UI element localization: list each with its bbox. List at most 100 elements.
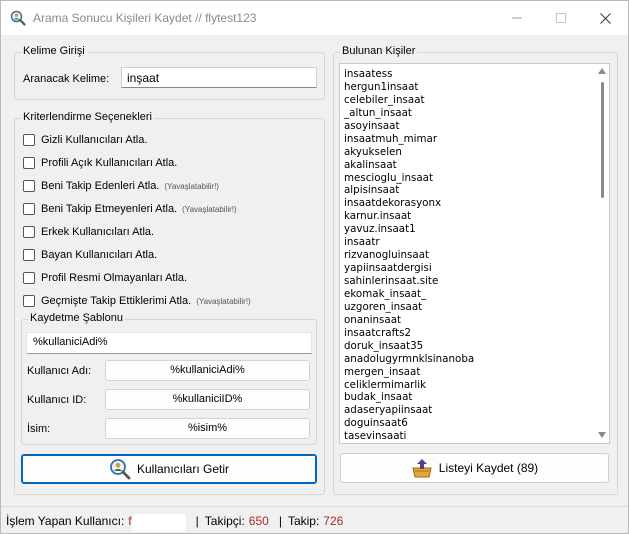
window-title: Arama Sonucu Kişileri Kaydet // flytest1…: [33, 11, 257, 25]
option-skip-male[interactable]: Erkek Kullanıcıları Atla.: [23, 224, 159, 240]
criteria-group: Kriterlendirme Seçenekleri Gizli Kullanı…: [14, 111, 325, 495]
checkbox[interactable]: [23, 203, 35, 215]
list-item[interactable]: ekomak_insaat_: [344, 288, 594, 301]
list-item[interactable]: budak_insaat: [344, 391, 594, 404]
option-skip-private[interactable]: Gizli Kullanıcıları Atla.: [23, 132, 152, 148]
save-box-icon: [412, 459, 432, 478]
search-input[interactable]: [121, 67, 317, 88]
app-window: Arama Sonucu Kişileri Kaydet // flytest1…: [0, 0, 629, 534]
option-skip-female[interactable]: Bayan Kullanıcıları Atla.: [23, 247, 162, 263]
field-label-name: İsim:: [27, 423, 51, 435]
option-label: Beni Takip Edenleri Atla.: [41, 180, 160, 192]
checkbox[interactable]: [23, 272, 35, 284]
list-item[interactable]: hergun1insaat: [344, 81, 594, 94]
list-item[interactable]: doruk_insaat35: [344, 340, 594, 353]
field-button-userid[interactable]: %kullaniciID%: [105, 389, 310, 410]
list-item[interactable]: rizvanogluinsaat: [344, 249, 594, 262]
found-users-items: insaatess hergun1insaat celebiler_insaat _a…: [344, 68, 594, 443]
list-item[interactable]: sahinlerinsaat.site: [344, 275, 594, 288]
option-label: Bayan Kullanıcıları Atla.: [41, 249, 158, 261]
scroll-down-icon[interactable]: [598, 432, 606, 438]
list-item[interactable]: anadolugyrmnklsinanoba: [344, 353, 594, 366]
list-item[interactable]: uzgoren_insaat: [344, 301, 594, 314]
checkbox[interactable]: [23, 295, 35, 307]
list-item[interactable]: celebiler_insaat: [344, 94, 594, 107]
field-label-username: Kullanıcı Adı:: [27, 365, 92, 377]
redacted-username: [131, 514, 186, 532]
maximize-icon: [556, 13, 566, 23]
criteria-group-title: Kriterlendirme Seçenekleri: [21, 111, 154, 123]
list-item[interactable]: yavuz.insaat1: [344, 223, 594, 236]
maximize-button[interactable]: [539, 1, 583, 35]
option-label: Beni Takip Etmeyenleri Atla.: [41, 203, 178, 215]
option-skip-public[interactable]: Profili Açık Kullanıcıları Atla.: [23, 155, 182, 171]
list-item[interactable]: yapiinsaatdergisi: [344, 262, 594, 275]
list-item[interactable]: insaatcrafts2: [344, 327, 594, 340]
list-item[interactable]: doguinsaat6: [344, 417, 594, 430]
search-group-title: Kelime Girişi: [21, 45, 87, 57]
status-bar: İşlem Yapan Kullanıcı: f | Takipçi: 650 …: [1, 506, 628, 533]
status-text: İşlem Yapan Kullanıcı: f | Takipçi: 650 …: [6, 514, 347, 532]
list-item[interactable]: alpisinsaat: [344, 184, 594, 197]
template-input[interactable]: %kullaniciAdi%: [26, 332, 312, 354]
option-skip-non-followers[interactable]: Beni Takip Etmeyenleri Atla. (Yavaşlatab…: [23, 201, 237, 217]
checkbox[interactable]: [23, 249, 35, 261]
scroll-up-icon[interactable]: [598, 68, 606, 74]
search-label: Aranacak Kelime:: [23, 73, 110, 85]
field-label-userid: Kullanıcı ID:: [27, 394, 87, 406]
save-list-button[interactable]: Listeyi Kaydet (89): [340, 453, 609, 483]
list-item[interactable]: mergen_insaat: [344, 366, 594, 379]
list-item[interactable]: asoyinsaat: [344, 120, 594, 133]
close-icon: [599, 12, 611, 24]
option-hint: (Yavaşlatabilir!): [164, 181, 219, 191]
minimize-button[interactable]: [495, 1, 539, 35]
save-list-label: Listeyi Kaydet (89): [438, 461, 539, 475]
option-label: Profil Resmi Olmayanları Atla.: [41, 272, 188, 284]
option-label: Profili Açık Kullanıcıları Atla.: [41, 157, 178, 169]
scroll-thumb[interactable]: [601, 82, 604, 198]
magnifier-user-icon: [110, 459, 131, 480]
template-group-title: Kaydetme Şablonu: [28, 312, 125, 324]
found-users-list[interactable]: insaatess hergun1insaat celebiler_insaat _a…: [339, 63, 610, 444]
minimize-icon: [512, 17, 522, 19]
vertical-scrollbar[interactable]: [595, 64, 609, 443]
status-followers-value: 650: [248, 514, 269, 528]
field-button-username[interactable]: %kullaniciAdi%: [105, 360, 310, 381]
list-item[interactable]: insaatdekorasyonx: [344, 197, 594, 210]
magnifier-user-icon: [10, 10, 26, 26]
status-user-label: İşlem Yapan Kullanıcı:: [6, 514, 125, 528]
search-group: Kelime Girişi Aranacak Kelime:: [14, 45, 325, 100]
list-item[interactable]: _altun_insaat: [344, 107, 594, 120]
option-skip-no-picture[interactable]: Profil Resmi Olmayanları Atla.: [23, 270, 192, 286]
list-item[interactable]: adaseryapiinsaat: [344, 404, 594, 417]
option-skip-followers[interactable]: Beni Takip Edenleri Atla. (Yavaşlatabili…: [23, 178, 219, 194]
close-button[interactable]: [583, 1, 627, 35]
status-separator: |: [195, 514, 199, 528]
option-label: Erkek Kullanıcıları Atla.: [41, 226, 155, 238]
option-skip-previously-followed[interactable]: Geçmişte Takip Ettiklerimi Atla. (Yavaşl…: [23, 293, 251, 309]
list-item[interactable]: insaatr: [344, 236, 594, 249]
found-users-group-title: Bulunan Kişiler: [340, 45, 418, 57]
list-item[interactable]: insaatmuh_mimar: [344, 133, 594, 146]
list-item[interactable]: karnur.insaat: [344, 210, 594, 223]
list-item[interactable]: onaninsaat: [344, 314, 594, 327]
list-item[interactable]: akalinsaat: [344, 159, 594, 172]
fetch-users-button[interactable]: Kullanıcıları Getir: [21, 454, 317, 484]
checkbox[interactable]: [23, 226, 35, 238]
status-following-value: 726: [323, 514, 344, 528]
option-label: Gizli Kullanıcıları Atla.: [41, 134, 148, 146]
status-following-label: Takip:: [287, 514, 320, 528]
list-item[interactable]: insaatess: [344, 68, 594, 81]
status-followers-label: Takipçi:: [204, 514, 245, 528]
template-group: Kaydetme Şablonu %kullaniciAdi% Kullanıc…: [21, 312, 317, 445]
checkbox[interactable]: [23, 180, 35, 192]
list-item[interactable]: akyukselen: [344, 146, 594, 159]
list-item[interactable]: mescioglu_insaat: [344, 172, 594, 185]
option-hint: (Yavaşlatabilir!): [182, 204, 237, 214]
checkbox[interactable]: [23, 157, 35, 169]
checkbox[interactable]: [23, 134, 35, 146]
list-item[interactable]: celiklermimarlik: [344, 379, 594, 392]
list-item[interactable]: tasevinsaati: [344, 430, 594, 443]
status-separator: |: [278, 514, 282, 528]
field-button-name[interactable]: %isim%: [105, 418, 310, 439]
